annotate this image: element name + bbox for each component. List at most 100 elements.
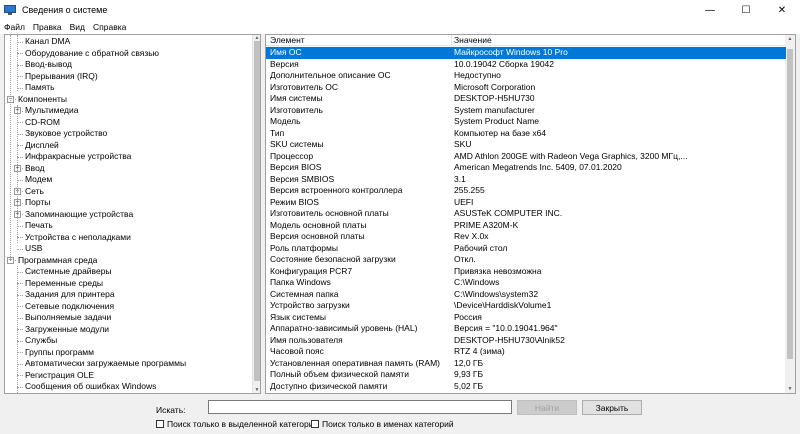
table-row[interactable]: Версия SMBIOS 3.1 [266, 174, 786, 186]
tree-item[interactable]: Сообщения об ошибках Windows [25, 381, 156, 393]
table-row[interactable]: Состояние безопасной загрузки Откл. [266, 254, 786, 266]
tree-item[interactable]: Память [25, 82, 55, 94]
column-header-element[interactable]: Элемент [270, 35, 305, 46]
table-row[interactable]: Модель System Product Name [266, 116, 786, 128]
category-names-checkbox[interactable] [311, 420, 319, 428]
details-list[interactable]: Элемент Значение ▲ ▼ Имя ОС Майкрософт Wi… [265, 34, 796, 394]
row-element: Версия SMBIOS [270, 173, 335, 184]
tree-item[interactable]: Запоминающие устройства [25, 209, 133, 221]
table-row[interactable]: Часовой пояс RTZ 4 (зима) [266, 346, 786, 358]
tree-item[interactable]: Автоматически загружаемые программы [25, 358, 186, 370]
tree-item[interactable]: Загруженные модули [25, 324, 109, 336]
category-names-checkbox-row[interactable]: Поиск только в именах категорий [311, 419, 454, 429]
tree-item[interactable]: Звуковое устройство [25, 128, 107, 140]
menu-edit[interactable]: Правка [33, 22, 62, 32]
table-row[interactable]: Доступно физической памяти 5,02 ГБ [266, 381, 786, 393]
table-row[interactable]: Полный объем физической памяти 9,93 ГБ [266, 369, 786, 381]
table-row[interactable]: Язык системы Россия [266, 312, 786, 324]
tree-item[interactable]: Ввод [25, 163, 45, 175]
menu-file[interactable]: Файл [4, 22, 25, 32]
column-header-value[interactable]: Значение [454, 35, 492, 46]
tree-item[interactable]: Мультимедиа [25, 105, 78, 117]
tree-item[interactable]: Компоненты [18, 94, 67, 106]
menu-help[interactable]: Справка [93, 22, 126, 32]
table-row[interactable]: Версия BIOS American Megatrends Inc. 5409… [266, 162, 786, 174]
table-row[interactable]: Устройство загрузки \Device\HarddiskVolum… [266, 300, 786, 312]
details-scrollbar[interactable]: ▲ ▼ [785, 35, 795, 393]
table-row[interactable]: Дополнительное описание ОС Недоступно [266, 70, 786, 82]
row-value: 5,02 ГБ [454, 380, 484, 391]
find-button[interactable]: Найти [517, 400, 577, 415]
tree-item[interactable]: Оборудование с обратной связью [25, 48, 159, 60]
minimize-button[interactable]: — [692, 0, 728, 20]
table-row[interactable]: Модель основной платы PRIME A320M-K [266, 220, 786, 232]
table-row[interactable]: Системная папка C:\Windows\system32 [266, 289, 786, 301]
table-row[interactable]: Версия 10.0.19042 Сборка 19042 [266, 59, 786, 71]
row-value: Версия = "10.0.19041.964" [454, 323, 558, 333]
row-value: 9,93 ГБ [454, 369, 484, 379]
table-row[interactable]: SKU системы SKU [266, 139, 786, 151]
scroll-up-arrow-icon[interactable]: ▲ [785, 36, 795, 42]
tree-item[interactable]: Ввод-вывод [25, 59, 72, 71]
table-row[interactable]: Имя системы DESKTOP-H5HU730 [266, 93, 786, 105]
tree-item[interactable]: Модем [25, 174, 52, 186]
table-row[interactable]: Конфигурация PCR7 Привязка невозможна [266, 266, 786, 278]
table-row[interactable]: Имя ОС Майкрософт Windows 10 Pro [266, 47, 786, 59]
row-value: Компьютер на базе x64 [454, 127, 547, 138]
tree-item[interactable]: Порты [25, 197, 50, 209]
table-row[interactable]: Папка Windows C:\Windows [266, 277, 786, 289]
table-row[interactable]: Версия основной платы Rev X.0x [266, 231, 786, 243]
tree-scroll-thumb[interactable] [254, 41, 260, 381]
tree-item[interactable]: Дисплей [25, 140, 59, 152]
row-element: Тип [270, 127, 285, 138]
table-row[interactable]: Аппаратно-зависимый уровень (HAL) Версия … [266, 323, 786, 335]
tree-item[interactable]: Программная среда [18, 255, 97, 267]
table-row[interactable]: Изготовитель основной платы ASUSTeK COMPU… [266, 208, 786, 220]
tree-item[interactable]: Группы программ [25, 347, 94, 359]
column-divider[interactable] [451, 35, 452, 46]
row-value: Рабочий стол [454, 242, 508, 253]
row-value: 12,0 ГБ [454, 357, 484, 368]
tree-scrollbar[interactable]: ▲ ▼ [252, 35, 260, 393]
selected-category-checkbox[interactable] [156, 420, 164, 428]
close-window-button[interactable]: ✕ [764, 0, 800, 20]
table-row[interactable]: Режим BIOS UEFI [266, 197, 786, 209]
row-value: Недоступно [454, 70, 501, 80]
scroll-down-arrow-icon[interactable]: ▼ [253, 387, 260, 393]
tree-item[interactable]: Сеть [25, 186, 44, 198]
scroll-down-arrow-icon[interactable]: ▼ [785, 386, 795, 392]
table-row[interactable]: Процессор AMD Athlon 200GE with Radeon Ve… [266, 151, 786, 163]
search-input[interactable] [208, 400, 512, 414]
tree-item[interactable]: Службы [25, 335, 57, 347]
table-row[interactable]: Имя пользователя DESKTOP-H5HU730\Alnik52 [266, 335, 786, 347]
table-row[interactable]: Изготовитель System manufacturer [266, 105, 786, 117]
tree-item[interactable]: Инфракрасные устройства [25, 151, 131, 163]
menu-view[interactable]: Вид [70, 22, 85, 32]
category-tree[interactable]: ▲ ▼ Канал DMA Оборудование с обратной свя… [4, 34, 261, 394]
table-row[interactable]: Роль платформы Рабочий стол [266, 243, 786, 255]
selected-category-checkbox-row[interactable]: Поиск только в выделенной категории [156, 419, 318, 429]
tree-item[interactable]: Регистрация OLE [25, 370, 94, 382]
table-row[interactable]: Установленная оперативная память (RAM) 12… [266, 358, 786, 370]
table-row[interactable]: Тип Компьютер на базе x64 [266, 128, 786, 140]
row-value: Microsoft Corporation [454, 81, 536, 92]
row-value: System manufacturer [454, 104, 535, 115]
details-scroll-thumb[interactable] [787, 49, 793, 359]
tree-item[interactable]: Канал DMA [25, 36, 70, 48]
maximize-button[interactable]: ☐ [728, 0, 764, 20]
tree-item[interactable]: Сетевые подключения [25, 301, 114, 313]
tree-item[interactable]: Переменные среды [25, 278, 103, 290]
tree-item[interactable]: CD-ROM [25, 117, 60, 129]
tree-item[interactable]: Прерывания (IRQ) [25, 71, 98, 83]
table-row[interactable]: Версия встроенного контроллера 255.255 [266, 185, 786, 197]
close-search-button[interactable]: Закрыть [582, 400, 642, 415]
tree-item[interactable]: Выполняемые задачи [25, 312, 111, 324]
tree-item[interactable]: Задания для принтера [25, 289, 115, 301]
tree-item[interactable]: USB [25, 243, 42, 255]
row-element: Версия BIOS [270, 162, 322, 172]
tree-item[interactable]: Печать [25, 220, 53, 232]
tree-guide-line [10, 35, 11, 261]
tree-item[interactable]: Устройства с неполадками [25, 232, 131, 244]
tree-item[interactable]: Системные драйверы [25, 266, 112, 278]
table-row[interactable]: Изготовитель ОС Microsoft Corporation [266, 82, 786, 94]
